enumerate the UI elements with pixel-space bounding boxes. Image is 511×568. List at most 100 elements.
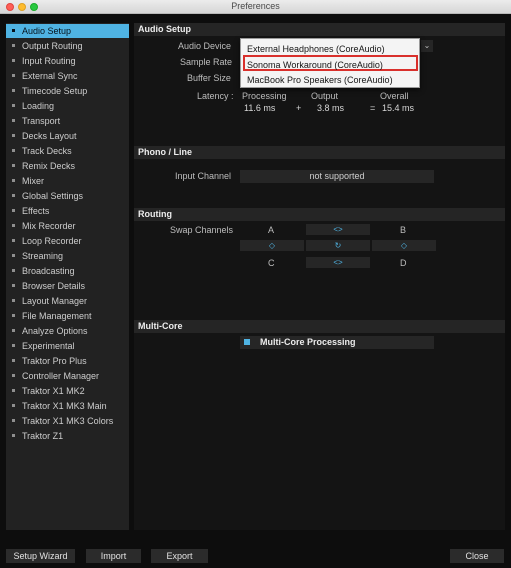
- bullet-icon: [12, 224, 15, 228]
- sidebar-item-label: Effects: [22, 206, 50, 216]
- sidebar-item-traktor-x1-mk2[interactable]: Traktor X1 MK2: [6, 384, 129, 398]
- audio-device-dropdown[interactable]: External Headphones (CoreAudio) Sonoma W…: [240, 38, 420, 88]
- sidebar-item-experimental[interactable]: Experimental: [6, 339, 129, 353]
- sample-rate-label: Sample Rate: [180, 57, 233, 67]
- sidebar-item-label: Traktor X1 MK3 Colors: [22, 416, 114, 426]
- input-channel-label: Input Channel: [175, 171, 232, 181]
- swap-ab-button[interactable]: <>: [306, 224, 370, 235]
- bullet-icon: [12, 329, 15, 333]
- bullet-icon: [12, 134, 15, 138]
- sidebar-item-label: Track Decks: [22, 146, 72, 156]
- sidebar-item-label: Loading: [22, 101, 55, 111]
- sidebar-item-timecode-setup[interactable]: Timecode Setup: [6, 84, 129, 98]
- section-header-routing: Routing: [134, 208, 505, 221]
- plus-sign: +: [296, 103, 302, 113]
- multi-core-checkbox[interactable]: [244, 339, 250, 345]
- sidebar-item-analyze-options[interactable]: Analyze Options: [6, 324, 129, 338]
- sidebar-item-mix-recorder[interactable]: Mix Recorder: [6, 219, 129, 233]
- sidebar-item-label: Global Settings: [22, 191, 84, 201]
- sidebar-item-label: Traktor Z1: [22, 431, 64, 441]
- close-button[interactable]: Close: [450, 549, 504, 563]
- sidebar-item-label: Broadcasting: [22, 266, 75, 276]
- dropdown-option[interactable]: MacBook Pro Speakers (CoreAudio): [247, 74, 393, 86]
- bullet-icon: [12, 89, 15, 93]
- sidebar-item-label: Loop Recorder: [22, 236, 82, 246]
- bullet-icon: [12, 59, 15, 63]
- processing-label: Processing: [242, 91, 287, 101]
- sidebar-item-input-routing[interactable]: Input Routing: [6, 54, 129, 68]
- export-button[interactable]: Export: [151, 549, 208, 563]
- swap-cd-button[interactable]: <>: [306, 257, 370, 268]
- bullet-icon: [12, 374, 15, 378]
- sidebar-item-traktor-x1-mk3-colors[interactable]: Traktor X1 MK3 Colors: [6, 414, 129, 428]
- sidebar-item-loading[interactable]: Loading: [6, 99, 129, 113]
- bullet-icon: [12, 299, 15, 303]
- sidebar-item-streaming[interactable]: Streaming: [6, 249, 129, 263]
- sidebar-item-audio-setup[interactable]: Audio Setup: [6, 24, 129, 38]
- bullet-icon: [12, 44, 15, 48]
- bullet-icon: [12, 194, 15, 198]
- bullet-icon: [12, 434, 15, 438]
- sidebar-item-effects[interactable]: Effects: [6, 204, 129, 218]
- sidebar-item-file-management[interactable]: File Management: [6, 309, 129, 323]
- sidebar-item-output-routing[interactable]: Output Routing: [6, 39, 129, 53]
- import-button[interactable]: Import: [86, 549, 141, 563]
- setup-wizard-button[interactable]: Setup Wizard: [6, 549, 75, 563]
- sidebar-item-label: Mixer: [22, 176, 44, 186]
- sidebar-item-track-decks[interactable]: Track Decks: [6, 144, 129, 158]
- sidebar-item-external-sync[interactable]: External Sync: [6, 69, 129, 83]
- bullet-icon: [12, 344, 15, 348]
- sidebar-item-traktor-x1-mk3-main[interactable]: Traktor X1 MK3 Main: [6, 399, 129, 413]
- sidebar-item-label: Traktor Pro Plus: [22, 356, 87, 366]
- swap-channels-label: Swap Channels: [170, 225, 234, 235]
- sidebar-item-label: Streaming: [22, 251, 64, 261]
- dropdown-option[interactable]: External Headphones (CoreAudio): [247, 43, 385, 55]
- sidebar-item-transport[interactable]: Transport: [6, 114, 129, 128]
- settings-panel: Audio Setup Audio Device Sample Rate Buf…: [134, 23, 505, 530]
- sidebar-item-label: Input Routing: [22, 56, 76, 66]
- bullet-icon: [12, 314, 15, 318]
- sidebar-item-label: Traktor X1 MK2: [22, 386, 85, 396]
- overall-value: 15.4 ms: [382, 103, 415, 113]
- processing-value: 11.6 ms: [244, 103, 276, 113]
- sidebar-item-loop-recorder[interactable]: Loop Recorder: [6, 234, 129, 248]
- buffer-size-label: Buffer Size: [187, 73, 231, 83]
- sidebar-item-label: Output Routing: [22, 41, 83, 51]
- channel-a-label: A: [268, 225, 275, 235]
- sidebar-item-broadcasting[interactable]: Broadcasting: [6, 264, 129, 278]
- bullet-icon: [12, 74, 15, 78]
- sidebar-item-label: Remix Decks: [22, 161, 76, 171]
- sidebar-item-label: Layout Manager: [22, 296, 88, 306]
- input-channel-field[interactable]: not supported: [240, 170, 434, 183]
- section-header-multi-core: Multi-Core: [134, 320, 505, 333]
- sidebar-item-traktor-pro-plus[interactable]: Traktor Pro Plus: [6, 354, 129, 368]
- chevron-down-icon[interactable]: ⌄: [421, 40, 433, 52]
- section-header-audio-setup: Audio Setup: [134, 23, 505, 36]
- bullet-icon: [12, 179, 15, 183]
- reset-swap-button[interactable]: ↻: [306, 240, 370, 251]
- sidebar-item-layout-manager[interactable]: Layout Manager: [6, 294, 129, 308]
- sidebar-item-browser-details[interactable]: Browser Details: [6, 279, 129, 293]
- sidebar-item-controller-manager[interactable]: Controller Manager: [6, 369, 129, 383]
- sidebar-item-decks-layout[interactable]: Decks Layout: [6, 129, 129, 143]
- sidebar-item-remix-decks[interactable]: Remix Decks: [6, 159, 129, 173]
- bullet-icon: [12, 239, 15, 243]
- swap-ac-button[interactable]: ◇: [240, 240, 304, 251]
- bullet-icon: [12, 359, 15, 363]
- window-title: Preferences: [231, 1, 280, 11]
- sidebar-item-global-settings[interactable]: Global Settings: [6, 189, 129, 203]
- sidebar-item-label: Traktor X1 MK3 Main: [22, 401, 107, 411]
- overall-label: Overall: [380, 91, 409, 101]
- sidebar-item-label: Mix Recorder: [22, 221, 76, 231]
- swap-bd-button[interactable]: ◇: [372, 240, 436, 251]
- dropdown-option-selected[interactable]: Sonoma Workaround (CoreAudio): [247, 59, 383, 71]
- sidebar-item-traktor-z1[interactable]: Traktor Z1: [6, 429, 129, 443]
- sidebar-item-label: File Management: [22, 311, 92, 321]
- sidebar-item-mixer[interactable]: Mixer: [6, 174, 129, 188]
- bullet-icon: [12, 404, 15, 408]
- bullet-icon: [12, 29, 15, 33]
- bullet-icon: [12, 209, 15, 213]
- preferences-window: Audio Setup Output Routing Input Routing…: [0, 14, 511, 568]
- audio-device-label: Audio Device: [178, 41, 232, 51]
- sidebar-item-label: Browser Details: [22, 281, 86, 291]
